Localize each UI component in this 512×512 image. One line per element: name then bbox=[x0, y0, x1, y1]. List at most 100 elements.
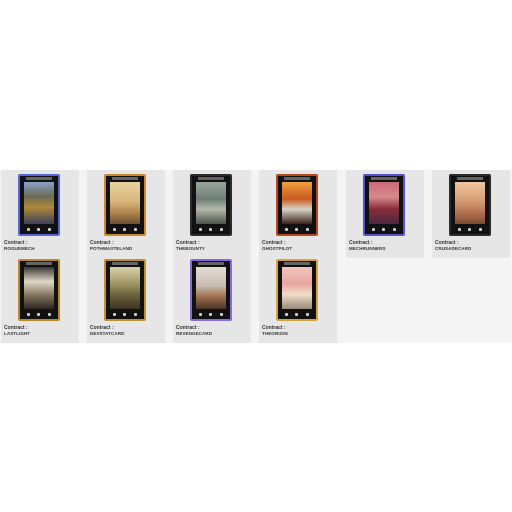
card-info: Contract : THEBOUNTY bbox=[176, 240, 250, 252]
nft-card-tile[interactable]: Contract : ROGUEMECH bbox=[1, 170, 79, 258]
nft-card-tile[interactable]: Contract : THEORIGIN bbox=[259, 255, 337, 343]
stat-icon bbox=[295, 312, 299, 316]
card-artwork bbox=[110, 267, 140, 309]
card-info: Contract : DEVSTATCARD bbox=[90, 325, 164, 337]
card-image[interactable] bbox=[104, 174, 146, 236]
nft-card-tile[interactable]: Contract : DEVSTATCARD bbox=[87, 255, 165, 343]
contract-name: CRUSADECARD bbox=[435, 246, 472, 251]
card-image[interactable] bbox=[363, 174, 405, 236]
stat-icon bbox=[284, 312, 288, 316]
stat-icon bbox=[198, 227, 202, 231]
card-stat-icons bbox=[454, 226, 486, 232]
card-info: Contract : REVENGECARD bbox=[176, 325, 250, 337]
card-title-bar bbox=[198, 177, 224, 180]
card-image[interactable] bbox=[104, 259, 146, 321]
card-stat-icons bbox=[281, 226, 313, 232]
card-artwork bbox=[196, 182, 226, 224]
contract-name: ROGUEMECH bbox=[4, 246, 35, 251]
stat-icon bbox=[382, 227, 386, 231]
card-info: Contract : MECHRUNNERS bbox=[349, 240, 423, 252]
card-info: Contract : POTHWASTELAND bbox=[90, 240, 164, 252]
stat-icon bbox=[479, 227, 483, 231]
card-image[interactable] bbox=[276, 259, 318, 321]
stat-icon bbox=[220, 312, 224, 316]
card-title-bar bbox=[112, 177, 138, 180]
card-image[interactable] bbox=[276, 174, 318, 236]
card-artwork bbox=[110, 182, 140, 224]
contract-name: THEBOUNTY bbox=[176, 246, 205, 251]
card-artwork bbox=[196, 267, 226, 309]
card-stat-icons bbox=[195, 226, 227, 232]
nft-card-tile[interactable]: Contract : MECHRUNNERS bbox=[346, 170, 424, 258]
card-title-bar bbox=[371, 177, 397, 180]
card-artwork bbox=[24, 267, 54, 309]
card-image[interactable] bbox=[190, 259, 232, 321]
stat-icon bbox=[371, 227, 375, 231]
card-info: Contract : CRUSADECARD bbox=[435, 240, 509, 252]
card-stat-icons bbox=[23, 226, 55, 232]
card-info: Contract : THEORIGIN bbox=[262, 325, 336, 337]
card-artwork bbox=[282, 182, 312, 224]
stat-icon bbox=[198, 312, 202, 316]
card-info: Contract : LASTLIGHT bbox=[4, 325, 78, 337]
stat-icon bbox=[209, 227, 213, 231]
card-artwork bbox=[24, 182, 54, 224]
stat-icon bbox=[112, 312, 116, 316]
stat-icon bbox=[48, 227, 52, 231]
card-image[interactable] bbox=[18, 174, 60, 236]
contract-name: LASTLIGHT bbox=[4, 331, 31, 336]
card-artwork bbox=[282, 267, 312, 309]
stat-icon bbox=[468, 227, 472, 231]
card-info: Contract : ROGUEMECH bbox=[4, 240, 78, 252]
nft-card-tile[interactable]: Contract : CRUSADECARD bbox=[432, 170, 510, 258]
stat-icon bbox=[26, 312, 30, 316]
card-title-bar bbox=[284, 262, 310, 265]
stat-icon bbox=[134, 227, 138, 231]
card-image[interactable] bbox=[18, 259, 60, 321]
contract-name: GHOSTPILOT bbox=[262, 246, 293, 251]
card-stat-icons bbox=[23, 311, 55, 317]
nft-card-tile[interactable]: Contract : LASTLIGHT bbox=[1, 255, 79, 343]
nft-card-tile[interactable]: Contract : REVENGECARD bbox=[173, 255, 251, 343]
contract-name: THEORIGIN bbox=[262, 331, 288, 336]
card-title-bar bbox=[26, 177, 52, 180]
contract-name: DEVSTATCARD bbox=[90, 331, 125, 336]
stat-icon bbox=[209, 312, 213, 316]
card-stat-icons bbox=[281, 311, 313, 317]
card-title-bar bbox=[284, 177, 310, 180]
card-info: Contract : GHOSTPILOT bbox=[262, 240, 336, 252]
stat-icon bbox=[123, 312, 127, 316]
card-artwork bbox=[455, 182, 485, 224]
stat-icon bbox=[393, 227, 397, 231]
card-stat-icons bbox=[109, 311, 141, 317]
card-title-bar bbox=[112, 262, 138, 265]
stat-icon bbox=[37, 312, 41, 316]
card-stat-icons bbox=[195, 311, 227, 317]
nft-card-tile[interactable]: Contract : THEBOUNTY bbox=[173, 170, 251, 258]
stat-icon bbox=[306, 227, 310, 231]
card-image[interactable] bbox=[190, 174, 232, 236]
card-title-bar bbox=[198, 262, 224, 265]
nft-card-tile[interactable]: Contract : POTHWASTELAND bbox=[87, 170, 165, 258]
card-title-bar bbox=[26, 262, 52, 265]
contract-name: REVENGECARD bbox=[176, 331, 213, 336]
stat-icon bbox=[295, 227, 299, 231]
stat-icon bbox=[123, 227, 127, 231]
stat-icon bbox=[457, 227, 461, 231]
card-artwork bbox=[369, 182, 399, 224]
stat-icon bbox=[37, 227, 41, 231]
stat-icon bbox=[284, 227, 288, 231]
card-stat-icons bbox=[109, 226, 141, 232]
stat-icon bbox=[26, 227, 30, 231]
card-title-bar bbox=[457, 177, 483, 180]
stat-icon bbox=[306, 312, 310, 316]
stat-icon bbox=[48, 312, 52, 316]
nft-card-tile[interactable]: Contract : GHOSTPILOT bbox=[259, 170, 337, 258]
stat-icon bbox=[220, 227, 224, 231]
stat-icon bbox=[112, 227, 116, 231]
contract-name: MECHRUNNERS bbox=[349, 246, 386, 251]
contract-name: POTHWASTELAND bbox=[90, 246, 133, 251]
card-image[interactable] bbox=[449, 174, 491, 236]
card-stat-icons bbox=[368, 226, 400, 232]
stat-icon bbox=[134, 312, 138, 316]
